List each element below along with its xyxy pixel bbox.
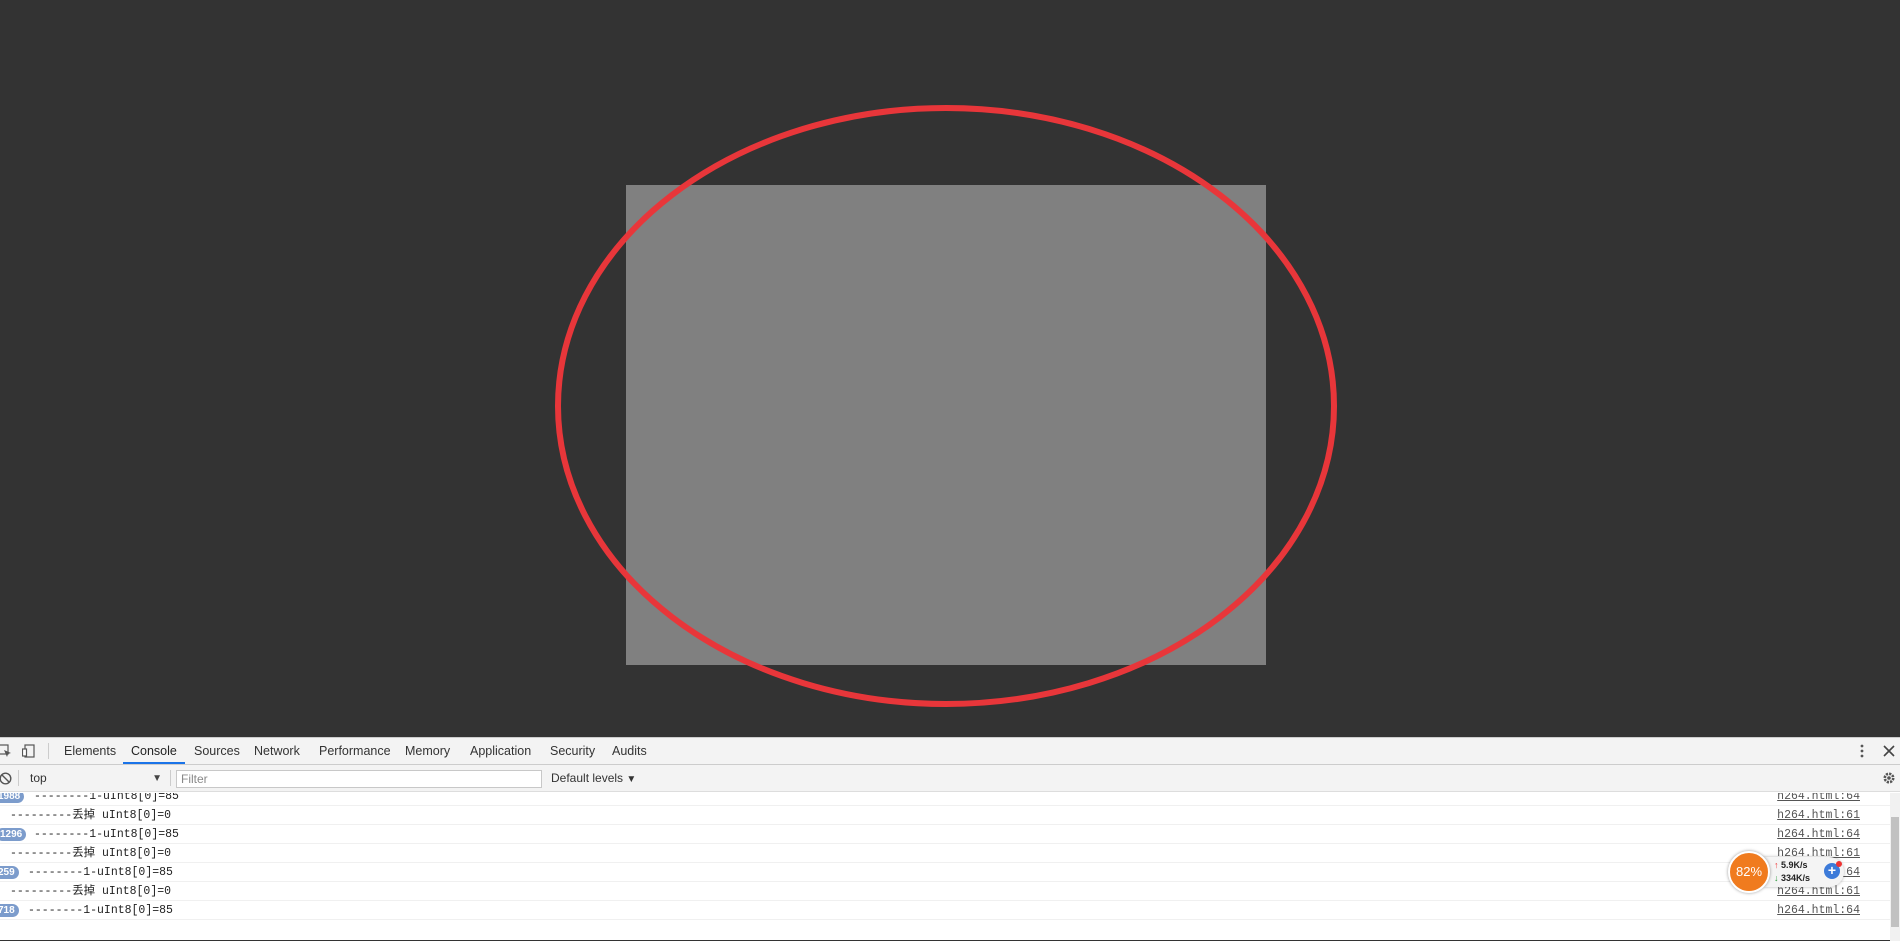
toolbar-divider xyxy=(18,770,19,786)
tab-sources[interactable]: Sources xyxy=(186,738,248,764)
upload-speed: ↑ 5.9K/s xyxy=(1774,860,1808,870)
video-canvas[interactable] xyxy=(626,185,1266,665)
triangle-down-icon: ▼ xyxy=(152,773,162,784)
tab-performance[interactable]: Performance xyxy=(311,738,399,764)
console-toolbar: top ▼ Default levels ▼ xyxy=(0,765,1900,792)
log-message: --------1-uInt8[0]=85 xyxy=(34,793,179,803)
tab-memory[interactable]: Memory xyxy=(397,738,458,764)
scrollbar-thumb[interactable] xyxy=(1891,817,1899,927)
page-viewport xyxy=(0,0,1900,737)
device-toolbar-icon[interactable] xyxy=(20,742,38,760)
log-row: 259 --------1-uInt8[0]=85 h264.html:64 xyxy=(0,863,1890,882)
toolbar-divider xyxy=(48,743,49,759)
log-row: ---------丢掉 uInt8[0]=0 h264.html:61 xyxy=(0,806,1890,825)
log-message: ---------丢掉 uInt8[0]=0 xyxy=(10,885,172,898)
log-message: --------1-uInt8[0]=85 xyxy=(28,866,173,879)
log-row: 1988 --------1-uInt8[0]=85 h264.html:64 xyxy=(0,793,1890,806)
log-row: ---------丢掉 uInt8[0]=0 h264.html:61 xyxy=(0,882,1890,901)
filter-input[interactable] xyxy=(176,770,542,788)
log-levels-dropdown[interactable]: Default levels ▼ xyxy=(551,770,636,787)
gear-icon[interactable] xyxy=(1880,769,1898,787)
repeat-count-badge: 1988 xyxy=(0,793,25,803)
repeat-count-badge: 1296 xyxy=(0,828,27,841)
speed-panel: ↑ 5.9K/s ↓ 334K/s + xyxy=(1764,857,1844,887)
arrow-up-icon: ↑ xyxy=(1774,860,1779,870)
log-message: ---------丢掉 uInt8[0]=0 xyxy=(10,809,172,822)
notification-dot xyxy=(1836,861,1842,867)
repeat-count-badge: 718 xyxy=(0,904,19,917)
tab-network[interactable]: Network xyxy=(246,738,308,764)
triangle-down-icon: ▼ xyxy=(626,774,637,785)
log-message: --------1-uInt8[0]=85 xyxy=(34,828,179,841)
tab-security[interactable]: Security xyxy=(542,738,603,764)
tab-elements[interactable]: Elements xyxy=(56,738,124,764)
network-speed-widget[interactable]: ↑ 5.9K/s ↓ 334K/s + 82% xyxy=(1728,851,1848,893)
download-speed: ↓ 334K/s xyxy=(1774,873,1811,883)
context-selector[interactable]: top ▼ xyxy=(24,770,164,787)
tab-audits[interactable]: Audits xyxy=(604,738,655,764)
log-message: ---------丢掉 uInt8[0]=0 xyxy=(10,847,172,860)
tab-console[interactable]: Console xyxy=(123,738,185,764)
log-source-link[interactable]: h264.html:64 xyxy=(1777,825,1860,844)
memory-percent-indicator[interactable]: 82% xyxy=(1728,851,1770,893)
more-vertical-icon[interactable] xyxy=(1853,742,1871,760)
devtools-tabbar: Elements Console Sources Network Perform… xyxy=(0,738,1900,765)
repeat-count-badge: 259 xyxy=(0,866,19,879)
log-source-link[interactable]: h264.html:64 xyxy=(1777,901,1860,920)
log-row: ---------丢掉 uInt8[0]=0 h264.html:61 xyxy=(0,844,1890,863)
log-row: 1296 --------1-uInt8[0]=85 h264.html:64 xyxy=(0,825,1890,844)
log-source-link[interactable]: h264.html:61 xyxy=(1777,806,1860,825)
close-icon[interactable] xyxy=(1880,742,1898,760)
clear-console-icon[interactable] xyxy=(0,769,14,787)
log-row: 718 --------1-uInt8[0]=85 h264.html:64 xyxy=(0,901,1890,920)
arrow-down-icon: ↓ xyxy=(1774,873,1779,883)
context-value: top xyxy=(30,771,47,785)
log-levels-label: Default levels xyxy=(551,771,624,785)
console-scrollbar[interactable] xyxy=(1890,793,1900,941)
log-source-link[interactable]: h264.html:64 xyxy=(1777,793,1860,806)
inspect-element-icon[interactable] xyxy=(0,742,14,760)
toolbar-divider xyxy=(170,770,171,786)
console-log: 1988 --------1-uInt8[0]=85 h264.html:64 … xyxy=(0,793,1890,941)
tab-application[interactable]: Application xyxy=(462,738,539,764)
log-message: --------1-uInt8[0]=85 xyxy=(28,904,173,917)
devtools-panel: Elements Console Sources Network Perform… xyxy=(0,737,1900,941)
